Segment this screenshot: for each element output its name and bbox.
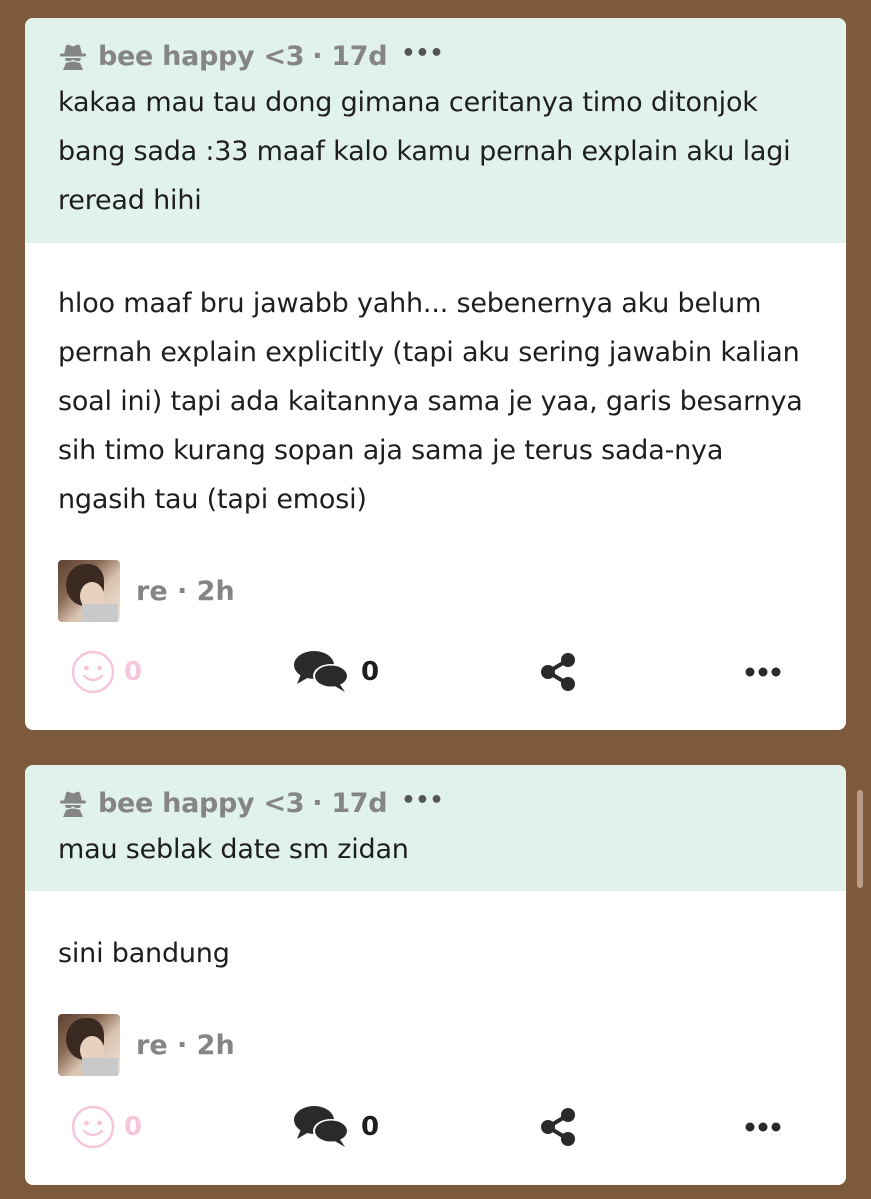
avatar[interactable] [58, 560, 120, 622]
asker-time: · 17d [312, 40, 388, 72]
answer-box: hloo maaf bru jawabb yahh... sebenernya … [25, 279, 846, 622]
scrollbar[interactable] [857, 790, 863, 888]
more-icon [745, 667, 781, 677]
share-button[interactable] [537, 651, 579, 693]
author-row: re · 2h [58, 560, 813, 622]
like-count: 0 [124, 1112, 143, 1142]
smiley-icon [71, 1105, 115, 1149]
asker-name[interactable]: bee happy <3 [98, 788, 305, 819]
anonymous-spy-icon [60, 791, 86, 817]
smiley-icon [71, 650, 115, 694]
asker-row: bee happy <3 · 17d ••• [58, 38, 813, 74]
answer-text: hloo maaf bru jawabb yahh... sebenernya … [58, 288, 803, 515]
like-button[interactable]: 0 [70, 649, 142, 695]
author-name-time[interactable]: re · 2h [136, 1030, 235, 1061]
share-icon [541, 653, 575, 691]
post-card: bee happy <3 · 17d ••• mau seblak date s… [25, 765, 846, 1185]
post-menu-button[interactable]: ••• [401, 41, 443, 66]
feed: bee happy <3 · 17d ••• kakaa mau tau don… [0, 0, 871, 1199]
comments-icon [294, 651, 349, 692]
asker-row: bee happy <3 · 17d ••• [58, 785, 813, 821]
anonymous-spy-icon [60, 44, 86, 70]
post-card: bee happy <3 · 17d ••• kakaa mau tau don… [25, 18, 846, 730]
comment-button[interactable]: 0 [293, 1103, 379, 1151]
more-options-button[interactable] [743, 1120, 783, 1134]
answer-box: sini bandung re · 2h [25, 929, 846, 1076]
like-button[interactable]: 0 [70, 1104, 142, 1150]
more-options-button[interactable] [743, 665, 783, 679]
post-menu-button[interactable]: ••• [401, 788, 443, 813]
asker-name[interactable]: bee happy <3 [98, 41, 305, 72]
author-row: re · 2h [58, 1014, 813, 1076]
share-button[interactable] [537, 1106, 579, 1148]
asker-time: · 17d [312, 787, 388, 819]
action-bar: 0 0 [25, 1097, 846, 1157]
avatar[interactable] [58, 1014, 120, 1076]
author-name-time[interactable]: re · 2h [136, 576, 235, 607]
question-text: mau seblak date sm zidan [58, 834, 409, 865]
comment-count: 0 [361, 657, 380, 687]
answer-text: sini bandung [58, 938, 230, 969]
question-box[interactable]: bee happy <3 · 17d ••• kakaa mau tau don… [25, 18, 846, 243]
like-count: 0 [124, 657, 143, 687]
question-text: kakaa mau tau dong gimana ceritanya timo… [58, 87, 791, 216]
action-bar: 0 0 [25, 642, 846, 702]
comments-icon [294, 1106, 349, 1147]
share-icon [541, 1108, 575, 1146]
comment-button[interactable]: 0 [293, 648, 379, 696]
comment-count: 0 [361, 1112, 380, 1142]
more-icon [745, 1122, 781, 1132]
question-box[interactable]: bee happy <3 · 17d ••• mau seblak date s… [25, 765, 846, 891]
